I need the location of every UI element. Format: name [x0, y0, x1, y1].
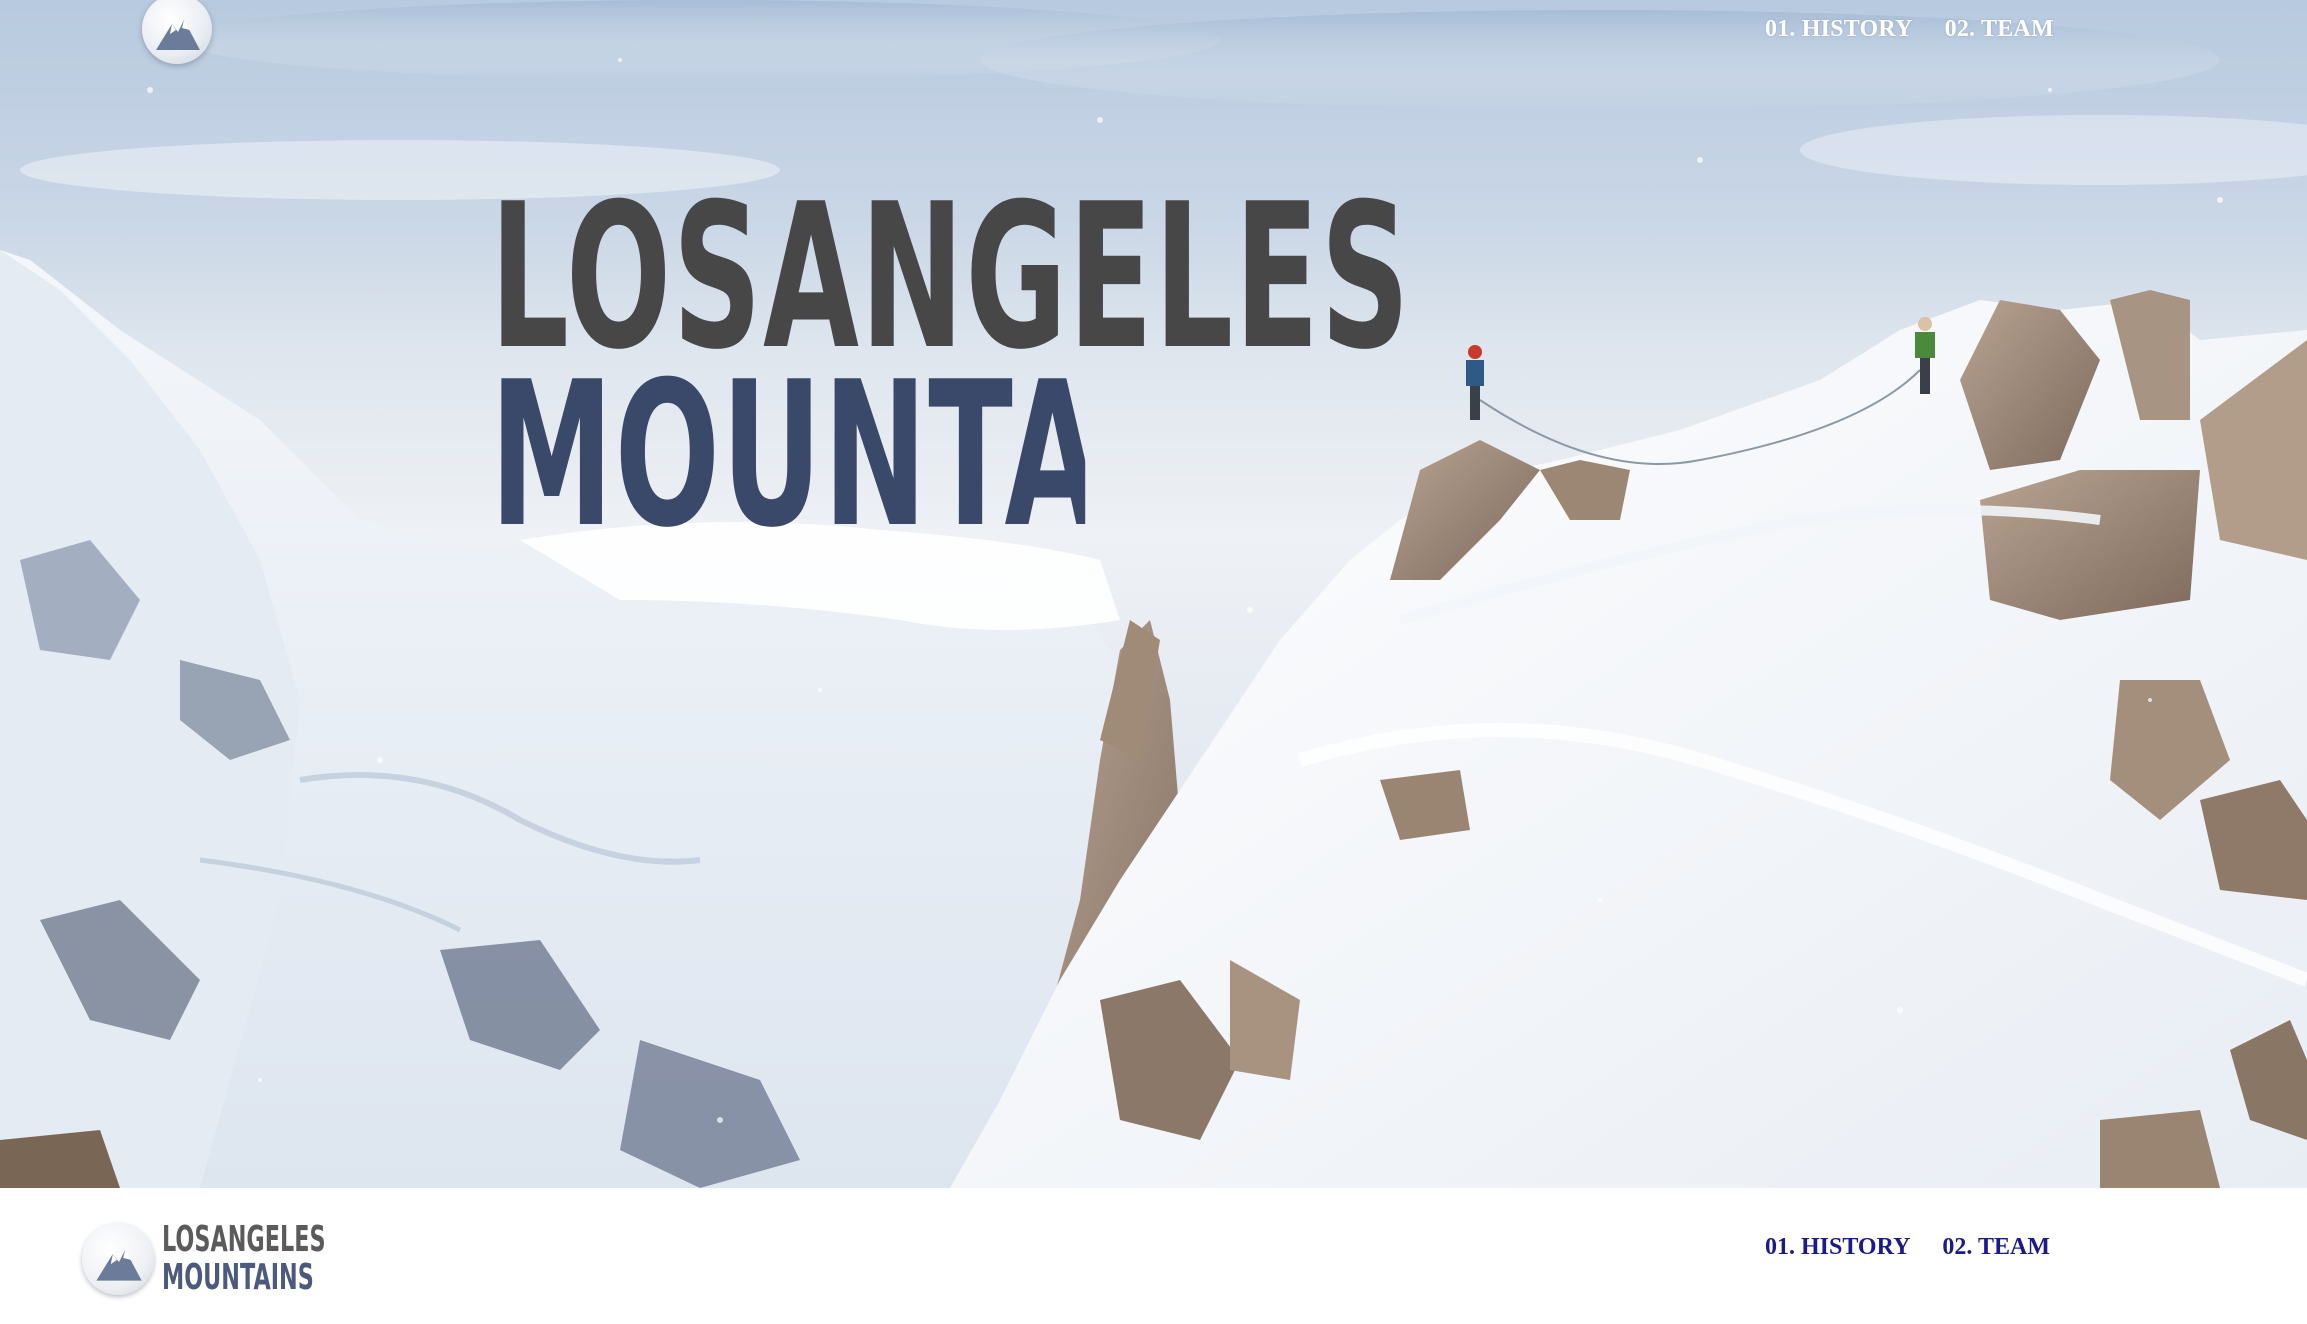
header-nav: 01. HISTORY 02. TEAM	[1765, 16, 2054, 43]
footer-wordmark: LOSANGELES MOUNTAINS	[162, 1222, 426, 1296]
hero-title-line-2: MOUNTAINS	[490, 356, 1086, 556]
footer-wordmark-line-2: MOUNTAINS	[162, 1257, 314, 1298]
footer-logo[interactable]: LOSANGELES MOUNTAINS	[82, 1222, 426, 1296]
nav-history-link[interactable]: 01. HISTORY	[1765, 16, 1913, 43]
hero-section: 01. HISTORY 02. TEAM LOSANGELES MOUNTAIN…	[0, 0, 2307, 1188]
footer-wordmark-line-1: LOSANGELES	[162, 1219, 326, 1260]
footer-nav: 01. HISTORY 02. TEAM	[1765, 1234, 2050, 1261]
mountain-logo-icon	[96, 1249, 142, 1281]
climber-figure	[1466, 345, 1484, 420]
footer-nav-team-link[interactable]: 02. TEAM	[1942, 1234, 2050, 1261]
hero-title-line-1: LOSANGELES	[490, 161, 1411, 394]
nav-team-link[interactable]: 02. TEAM	[1945, 16, 2054, 43]
footer-nav-history-link[interactable]: 01. HISTORY	[1765, 1234, 1910, 1261]
footer-logo-badge	[82, 1223, 154, 1295]
